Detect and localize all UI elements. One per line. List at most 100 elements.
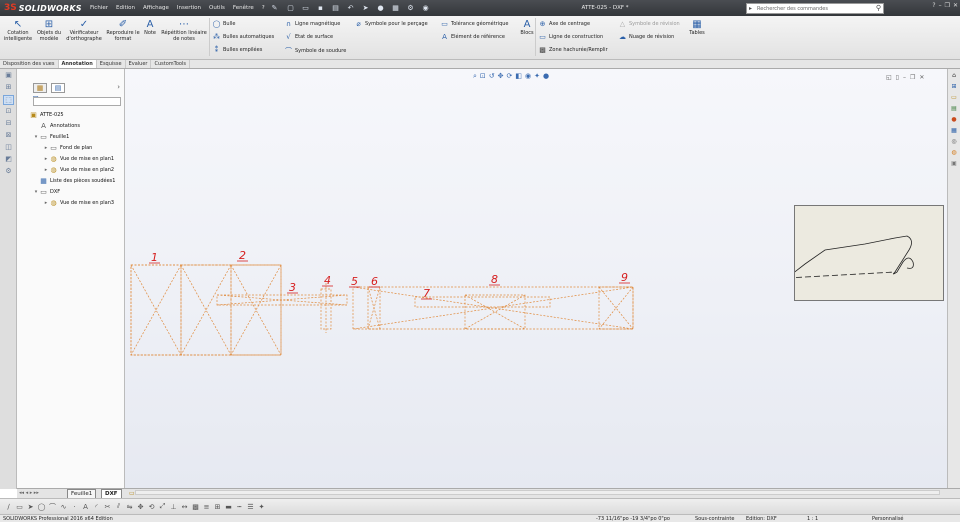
toolbox-icon[interactable]: ▣ [950, 160, 958, 168]
model-items-button[interactable]: ⊞ Objets du modèle [35, 19, 63, 42]
tab-annotation[interactable]: Annotation [58, 60, 97, 68]
unit-system[interactable]: Personnalisé [872, 516, 904, 522]
rebuild-icon[interactable]: ● [376, 3, 386, 13]
tab-customtools[interactable]: CustomTools [151, 60, 190, 68]
menu-fenetre[interactable]: Fenêtre [233, 5, 254, 11]
design-library-icon[interactable]: ⊞ [950, 83, 958, 91]
datum-feature-button[interactable]: A Elément de référence [440, 33, 505, 41]
view-palette-icon[interactable]: ▤ [950, 105, 958, 113]
appearances-icon[interactable]: ● [950, 116, 958, 124]
layer-icon[interactable]: ≡ [202, 503, 211, 511]
tab-evaluer[interactable]: Evaluer [126, 60, 152, 68]
point-icon[interactable]: · [70, 503, 79, 511]
sheet-scale[interactable]: 1 : 1 [807, 516, 818, 522]
tree-filter-input[interactable] [33, 97, 121, 106]
scale-icon[interactable]: ⤢ [158, 502, 167, 511]
strip-tool-icon[interactable]: ▣ [3, 71, 14, 81]
rectangle-icon[interactable]: ▭ [15, 503, 24, 511]
hole-callout-button[interactable]: ⌀ Symbole pour le perçage [354, 20, 427, 28]
select-icon[interactable]: ➤ [361, 3, 371, 13]
tree-node[interactable]: ▾ ▭ Feuille1 [33, 133, 70, 141]
tab-esquisse[interactable]: Esquisse [97, 60, 126, 68]
blocks-button[interactable]: A Blocs [517, 19, 537, 37]
tree-node[interactable]: A Annotations [33, 122, 80, 130]
menu-outils[interactable]: Outils [209, 5, 225, 11]
tree-root[interactable]: ▣ ATTE-025 [29, 111, 63, 119]
restore-icon[interactable]: ❐ [945, 2, 950, 9]
select-arrow-icon[interactable]: ➤ [26, 503, 35, 511]
print-icon[interactable]: ▤ [331, 3, 341, 13]
rotate-entity-icon[interactable]: ⟲ [147, 503, 156, 511]
menu-edition[interactable]: Edition [116, 5, 135, 11]
help-icon[interactable]: ? [932, 2, 935, 9]
new-document-icon[interactable]: ▢ [286, 3, 296, 13]
menu-affichage[interactable]: Affichage [143, 5, 169, 11]
weld-symbol-button[interactable]: ⌒ Symbole de soudure [284, 46, 346, 56]
spell-check-button[interactable]: ✓ Vérificateur d'orthographe [64, 19, 104, 42]
geometric-tolerance-button[interactable]: ▭ Tolérance géométrique [440, 20, 508, 28]
line-style-icon[interactable]: ┅ [235, 503, 244, 511]
line-color-icon[interactable]: ▬ [224, 503, 233, 511]
tab-disposition-des-vues[interactable]: Disposition des vues [0, 60, 59, 68]
mirror-icon[interactable]: ⇋ [125, 503, 134, 511]
solidworks-resources-icon[interactable]: ⌂ [950, 72, 958, 80]
format-painter-button[interactable]: ✐ Reproduire le format [105, 19, 141, 42]
area-hatch-button[interactable]: ▩ Zone hachurée/Remplir [538, 46, 607, 54]
tree-node[interactable]: ▸ ◍ Vue de mise en plan2 [43, 166, 114, 174]
custom-properties-icon[interactable]: ▦ [950, 127, 958, 135]
fillet-icon[interactable]: ◜ [92, 503, 101, 511]
strip-tool-icon[interactable]: ⊡ [3, 107, 14, 117]
note-button[interactable]: A Note [141, 19, 159, 37]
options-gear-icon[interactable]: ⚙ [406, 3, 416, 13]
open-icon[interactable]: ▭ [301, 3, 311, 13]
minimize-icon[interactable]: – [939, 2, 942, 9]
linear-note-pattern-button[interactable]: ⋯ Répétition linéaire de notes [160, 19, 208, 42]
tree-node[interactable]: ▦ Liste des pièces soudées1 [33, 177, 115, 185]
strip-tool-icon[interactable]: ⊞ [3, 83, 14, 93]
circle-icon[interactable]: ◯ [37, 503, 46, 511]
file-explorer-icon[interactable]: ▭ [950, 94, 958, 102]
strip-tool-icon[interactable]: ⊠ [3, 131, 14, 141]
search-icon[interactable]: ⚲ [876, 4, 881, 12]
balloon-button[interactable]: ◯ Bulle [212, 20, 236, 28]
addins-icon[interactable]: ◉ [421, 3, 431, 13]
tree-node[interactable]: ▸ ◍ Vue de mise en plan3 [43, 199, 114, 207]
magnetic-line-button[interactable]: ∩ Ligne magnétique [284, 20, 340, 28]
tables-button[interactable]: ▦ Tables [686, 19, 708, 37]
sheet-nav-arrows-icon[interactable]: ◂◂ ◂ ▸ ▸▸ [19, 490, 39, 496]
close-icon[interactable]: ✕ [953, 2, 958, 9]
relations-icon[interactable]: ⊥ [169, 503, 178, 511]
menu-insertion[interactable]: Insertion [177, 5, 201, 11]
line-thickness-icon[interactable]: ☰ [246, 503, 255, 511]
pin-icon[interactable]: ✎ [272, 4, 278, 12]
construction-line-button[interactable]: ▭ Ligne de construction [538, 33, 603, 41]
spline-icon[interactable]: ∿ [59, 503, 68, 511]
editing-context[interactable]: Edition: DXF [746, 516, 777, 522]
forum-icon[interactable]: ◎ [950, 138, 958, 146]
strip-tool-active-icon[interactable]: ⬚ [3, 95, 14, 105]
tree-node[interactable]: ▸ ▭ Fond de plan [43, 144, 93, 152]
menu-fichier[interactable]: Fichier [90, 5, 108, 11]
grid-icon[interactable]: ⊞ [213, 503, 222, 511]
command-search-input[interactable]: ▸ Rechercher des commandes ⚲ [746, 3, 884, 14]
arc-icon[interactable]: ⌒ [48, 502, 57, 512]
horizontal-scrollbar[interactable] [135, 490, 940, 495]
menu-help[interactable]: ? [262, 5, 265, 11]
solidworks-forum-icon[interactable]: ◍ [950, 149, 958, 157]
undo-icon[interactable]: ↶ [346, 3, 356, 13]
surface-finish-button[interactable]: √ Etat de surface [284, 33, 333, 41]
dimension-icon[interactable]: ↔ [180, 503, 189, 511]
centerline-button[interactable]: ⊕ Axe de centrage [538, 20, 591, 28]
offset-icon[interactable]: ⫽ [114, 502, 123, 511]
stacked-balloon-button[interactable]: ⁑ Bulles empilées [212, 46, 263, 54]
move-icon[interactable]: ✥ [136, 503, 145, 511]
smart-dimension-button[interactable]: ↖ Cotation intelligente [2, 19, 34, 42]
save-icon[interactable]: ▪ [316, 3, 326, 13]
line-icon[interactable]: ∕ [4, 503, 13, 511]
strip-tool-icon[interactable]: ◩ [3, 155, 14, 165]
tree-node[interactable]: ▾ ▭ DXF [33, 188, 60, 196]
strip-tool-icon[interactable]: ◫ [3, 143, 14, 153]
tree-node[interactable]: ▸ ◍ Vue de mise en plan1 [43, 155, 114, 163]
feature-tree-tab-icon[interactable]: ▦ [33, 83, 47, 93]
text-icon[interactable]: A [81, 503, 90, 511]
